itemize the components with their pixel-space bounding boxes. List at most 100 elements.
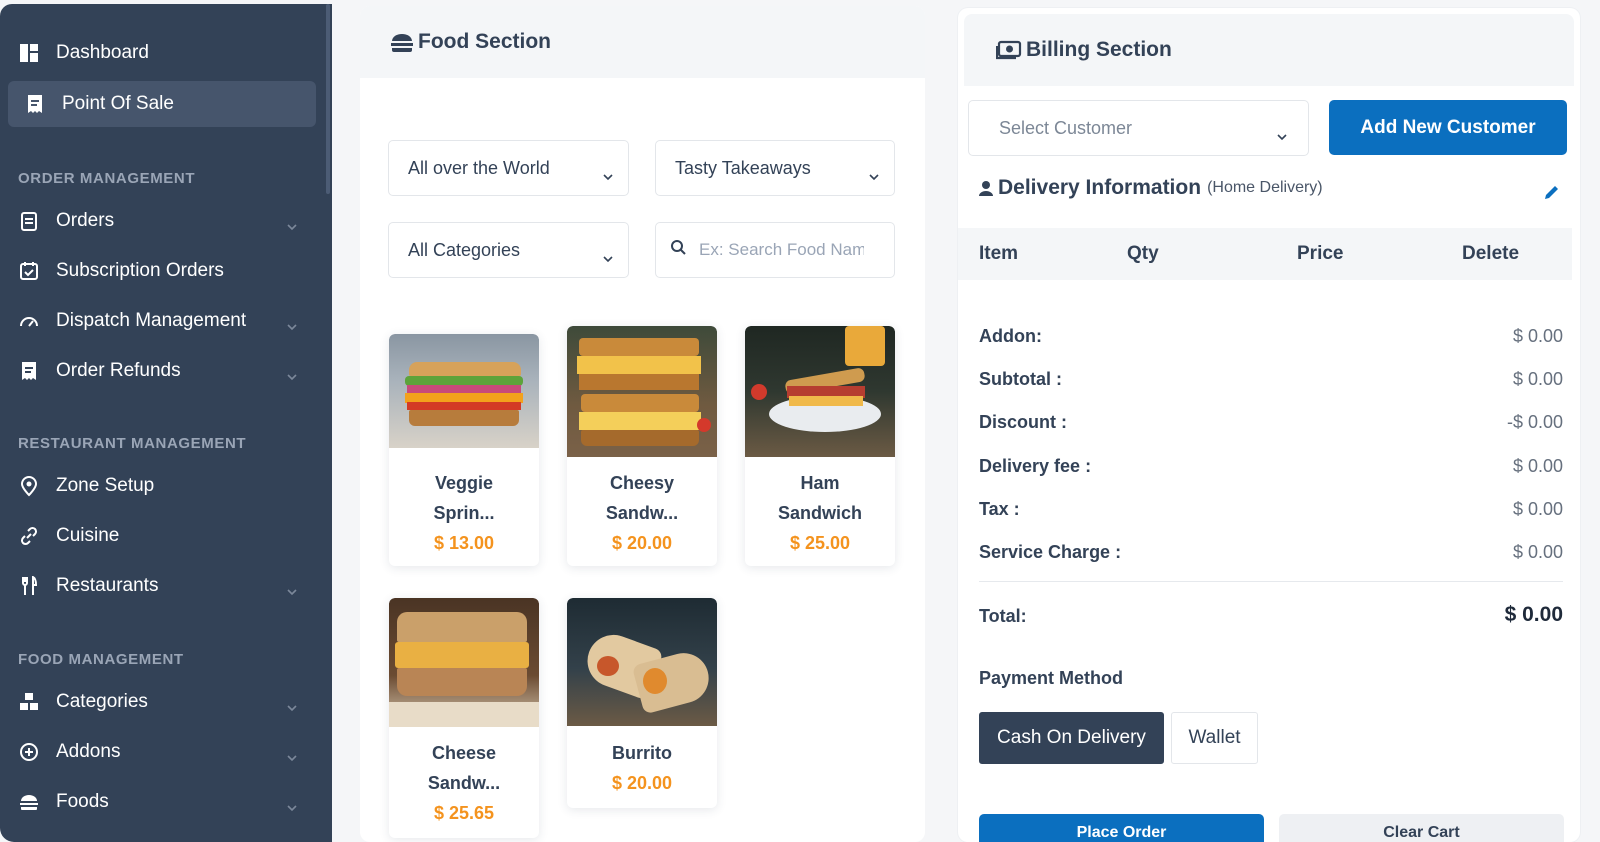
edit-icon[interactable] — [1543, 183, 1561, 206]
summary-label: Tax : — [979, 499, 1020, 519]
food-name: Cheese — [431, 743, 497, 763]
sidebar-item-order-refunds[interactable]: Order Refunds — [8, 348, 316, 394]
delivery-information-title: Delivery Information (Home Delivery) — [978, 176, 1323, 200]
summary-row-addon: Addon: $ 0.00 — [979, 326, 1563, 356]
category-select-value: All Categories — [408, 239, 521, 260]
sidebar-item-label: Foods — [56, 791, 109, 812]
sidebar-item-categories[interactable]: Categories — [8, 679, 316, 725]
customer-select-placeholder: Select Customer — [999, 117, 1133, 138]
food-name: Burrito — [612, 743, 672, 763]
summary-value: $ 0.00 — [1512, 456, 1563, 476]
summary-row-total: Total: $ 0.00 — [979, 603, 1563, 627]
food-card[interactable]: Cheesy Sandw... $ 20.00 — [567, 326, 717, 566]
search-icon — [670, 239, 687, 261]
place-order-button[interactable]: Place Order — [979, 814, 1264, 842]
food-search-box[interactable] — [655, 222, 895, 278]
chevron-down-icon — [286, 746, 298, 768]
food-search-input[interactable] — [699, 240, 864, 260]
sidebar-item-label: Restaurants — [56, 575, 159, 596]
food-name: Sandw... — [427, 773, 501, 793]
burger-icon — [390, 31, 414, 53]
clear-cart-button[interactable]: Clear Cart — [1279, 814, 1564, 842]
summary-row-subtotal: Subtotal : $ 0.00 — [979, 369, 1563, 399]
food-price: $ 20.00 — [611, 533, 673, 553]
food-name: Veggie — [434, 473, 494, 493]
section-order-management: ORDER MANAGEMENT — [18, 170, 196, 187]
food-card[interactable]: Cheese Sandw... $ 25.65 — [389, 598, 539, 838]
chevron-down-icon — [286, 365, 298, 387]
summary-value: $ 0.00 — [1512, 326, 1563, 346]
column-item: Item — [979, 243, 1019, 264]
summary-label: Subtotal : — [979, 369, 1062, 389]
food-image — [745, 326, 895, 457]
food-price: $ 25.65 — [433, 803, 495, 823]
zone-select-value: All over the World — [408, 157, 550, 178]
customer-select[interactable]: Select Customer — [968, 100, 1309, 156]
food-card[interactable]: Burrito $ 20.00 — [567, 598, 717, 808]
sidebar-item-dashboard[interactable]: Dashboard — [8, 30, 316, 76]
food-image — [567, 598, 717, 726]
food-name: Sandwich — [777, 503, 862, 523]
sidebar-item-foods[interactable]: Foods — [8, 779, 316, 825]
chevron-down-icon — [1276, 125, 1288, 146]
sidebar-item-dispatch[interactable]: Dispatch Management — [8, 298, 316, 344]
summary-label: Service Charge : — [979, 542, 1122, 562]
chevron-down-icon — [286, 580, 298, 602]
sidebar-item-orders[interactable]: Orders — [8, 198, 316, 244]
food-section-title: Food Section — [418, 30, 551, 53]
sidebar-item-subscription-orders[interactable]: Subscription Orders — [8, 248, 316, 294]
sidebar-item-cuisine[interactable]: Cuisine — [8, 513, 316, 559]
summary-divider — [979, 581, 1563, 582]
food-name: Cheesy — [609, 473, 675, 493]
zone-select[interactable]: All over the World — [388, 140, 629, 196]
food-card[interactable]: Ham Sandwich $ 25.00 — [745, 326, 895, 566]
sidebar-item-point-of-sale[interactable]: Point Of Sale — [8, 81, 316, 127]
sidebar-item-label: Dispatch Management — [56, 310, 247, 331]
cart-table-header: Item Qty Price Delete — [958, 228, 1572, 280]
category-select[interactable]: All Categories — [388, 222, 629, 278]
cash-on-delivery-button[interactable]: Cash On Delivery — [979, 712, 1164, 764]
food-image — [389, 598, 539, 727]
sidebar-item-label: Subscription Orders — [56, 260, 224, 281]
plus-circle-icon — [18, 741, 40, 763]
wallet-button[interactable]: Wallet — [1171, 712, 1258, 764]
receipt-icon — [24, 93, 46, 115]
speedometer-icon — [18, 310, 40, 332]
summary-label: Addon: — [979, 326, 1042, 346]
orders-icon — [18, 210, 40, 232]
sidebar-item-addons[interactable]: Addons — [8, 729, 316, 775]
payment-method-title: Payment Method — [979, 668, 1124, 688]
food-section-header: Food Section — [360, 6, 925, 78]
sidebar-item-label: Dashboard — [56, 42, 149, 63]
summary-row-service-charge: Service Charge : $ 0.00 — [979, 542, 1563, 572]
chevron-down-icon — [286, 315, 298, 337]
sidebar-item-label: Cuisine — [56, 525, 120, 546]
sidebar-item-label: Point Of Sale — [62, 93, 174, 114]
food-name: Sprin... — [433, 503, 495, 523]
sidebar-item-restaurants[interactable]: Restaurants — [8, 563, 316, 609]
money-bill-icon — [996, 40, 1022, 60]
total-label: Total: — [979, 606, 1027, 626]
sidebar: Dashboard Point Of Sale ORDER MANAGEMENT… — [0, 4, 332, 842]
chevron-down-icon — [286, 796, 298, 818]
link-icon — [18, 525, 40, 547]
food-card[interactable]: Veggie Sprin... $ 13.00 — [389, 334, 539, 566]
categories-icon — [18, 691, 40, 713]
column-price: Price — [1297, 243, 1344, 264]
sidebar-item-zone-setup[interactable]: Zone Setup — [8, 463, 316, 509]
sidebar-scrollbar[interactable] — [326, 4, 330, 194]
calendar-check-icon — [18, 260, 40, 282]
section-food-management: FOOD MANAGEMENT — [18, 651, 184, 668]
summary-row-tax: Tax : $ 0.00 — [979, 499, 1563, 529]
sidebar-item-label: Orders — [56, 210, 115, 231]
summary-value: $ 0.00 — [1512, 542, 1563, 562]
dashboard-icon — [18, 42, 40, 64]
chevron-down-icon — [868, 165, 880, 186]
food-name: Sandw... — [605, 503, 679, 523]
chevron-down-icon — [602, 247, 614, 268]
fork-knife-icon — [18, 575, 40, 597]
receipt-refund-icon — [18, 360, 40, 382]
delivery-type: (Home Delivery) — [1207, 179, 1323, 196]
add-new-customer-button[interactable]: Add New Customer — [1329, 100, 1567, 155]
restaurant-select[interactable]: Tasty Takeaways — [655, 140, 895, 196]
